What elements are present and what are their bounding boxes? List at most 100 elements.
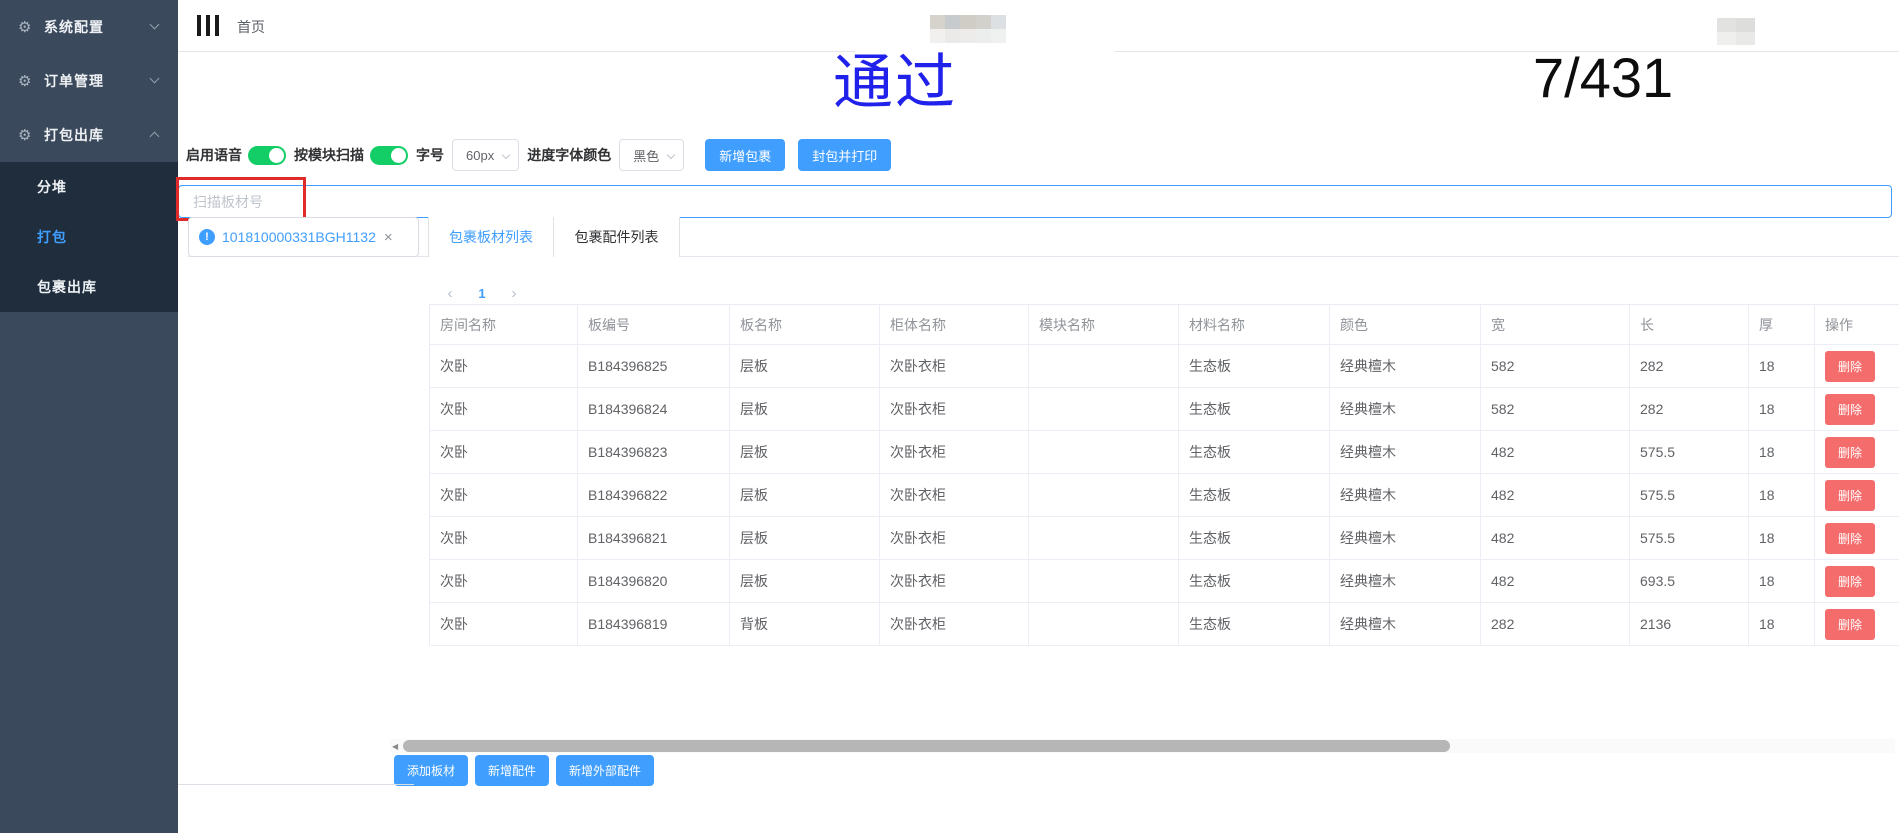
voice-toggle-label: 启用语音 <box>186 145 242 165</box>
left-panel-divider <box>178 784 414 785</box>
delete-button[interactable]: 删除 <box>1825 566 1875 597</box>
progress-counter: 7/431 <box>1533 48 1713 108</box>
cell-length: 693.5 <box>1630 560 1749 603</box>
cell-action: 删除 <box>1815 431 1899 474</box>
cell-material: 生态板 <box>1179 388 1330 431</box>
sidebar-item-label: 订单管理 <box>44 71 104 91</box>
module-scan-toggle-label: 按模块扫描 <box>294 145 364 165</box>
font-size-value: 60px <box>466 148 494 163</box>
cell-cabinet: 次卧衣柜 <box>880 560 1029 603</box>
add-accessory-button[interactable]: 新增配件 <box>475 755 549 786</box>
cell-action: 删除 <box>1815 474 1899 517</box>
cell-board-no: B184396825 <box>578 345 730 388</box>
column-header-room: 房间名称 <box>430 305 578 345</box>
cell-board-no: B184396823 <box>578 431 730 474</box>
package-tag[interactable]: ! 101810000331BGH1132 × <box>188 217 419 257</box>
boards-table: 房间名称板编号板名称柜体名称模块名称材料名称颜色宽长厚操作 次卧B1843968… <box>429 304 1899 646</box>
voice-toggle[interactable] <box>248 146 286 165</box>
cell-room: 次卧 <box>430 431 578 474</box>
cell-module <box>1029 345 1179 388</box>
scrollbar-thumb[interactable] <box>403 740 1450 752</box>
sidebar-item-label: 系统配置 <box>44 17 104 37</box>
sidebar-item-label: 包裹出库 <box>37 277 97 297</box>
gear-icon: ⚙ <box>18 74 34 89</box>
sidebar: ⚙ 系统配置 ⚙ 订单管理 ⚙ 打包出库 分堆 打包 包裹出库 <box>0 0 178 833</box>
cell-room: 次卧 <box>430 603 578 646</box>
cell-room: 次卧 <box>430 474 578 517</box>
chevron-down-icon <box>502 151 510 159</box>
table-row: 次卧B184396822层板次卧衣柜生态板经典檀木482575.518删除 <box>429 474 1899 517</box>
cell-room: 次卧 <box>430 345 578 388</box>
tab-label: 包裹配件列表 <box>575 227 659 247</box>
delete-button[interactable]: 删除 <box>1825 523 1875 554</box>
cell-width: 482 <box>1481 517 1630 560</box>
cell-material: 生态板 <box>1179 560 1330 603</box>
progress-color-value: 黑色 <box>633 146 659 165</box>
sidebar-item-system-config[interactable]: ⚙ 系统配置 <box>0 0 178 54</box>
cell-cabinet: 次卧衣柜 <box>880 431 1029 474</box>
info-icon: ! <box>199 229 215 245</box>
cell-material: 生态板 <box>1179 474 1330 517</box>
prev-page-button[interactable]: ‹ <box>438 285 462 302</box>
delete-button[interactable]: 删除 <box>1825 437 1875 468</box>
tab-label: 包裹板材列表 <box>449 227 533 247</box>
cell-module <box>1029 474 1179 517</box>
add-board-button[interactable]: 添加板材 <box>394 755 468 786</box>
cell-module <box>1029 560 1179 603</box>
cell-color: 经典檀木 <box>1330 431 1481 474</box>
collapse-menu-icon[interactable] <box>197 15 219 36</box>
progress-color-select[interactable]: 黑色 <box>619 139 684 171</box>
cell-color: 经典檀木 <box>1330 474 1481 517</box>
sidebar-item-split-pile[interactable]: 分堆 <box>0 162 178 212</box>
cell-action: 删除 <box>1815 388 1899 431</box>
font-size-select[interactable]: 60px <box>452 139 519 171</box>
delete-button[interactable]: 删除 <box>1825 394 1875 425</box>
delete-button[interactable]: 删除 <box>1825 609 1875 640</box>
cell-board-name: 层板 <box>730 431 880 474</box>
cell-board-no: B184396821 <box>578 517 730 560</box>
cell-board-name: 层板 <box>730 474 880 517</box>
cell-room: 次卧 <box>430 388 578 431</box>
close-icon[interactable]: × <box>384 229 393 246</box>
cell-width: 582 <box>1481 345 1630 388</box>
sidebar-item-packing[interactable]: 打包 <box>0 212 178 262</box>
horizontal-scrollbar[interactable]: ◀ <box>390 739 1895 753</box>
column-header-width: 宽 <box>1481 305 1630 345</box>
toggle-knob <box>391 148 406 163</box>
cell-color: 经典檀木 <box>1330 345 1481 388</box>
footer-actions: 添加板材 新增配件 新增外部配件 <box>394 755 661 786</box>
seal-and-print-button[interactable]: 封包并打印 <box>798 139 891 171</box>
sidebar-item-label: 打包 <box>37 227 67 247</box>
cell-action: 删除 <box>1815 517 1899 560</box>
toggle-knob <box>269 148 284 163</box>
sidebar-item-package-outbound[interactable]: 包裹出库 <box>0 262 178 312</box>
module-scan-toggle[interactable] <box>370 146 408 165</box>
table-header-row: 房间名称板编号板名称柜体名称模块名称材料名称颜色宽长厚操作 <box>429 304 1899 345</box>
cell-width: 482 <box>1481 431 1630 474</box>
cell-board-no: B184396824 <box>578 388 730 431</box>
cell-color: 经典檀木 <box>1330 517 1481 560</box>
add-external-accessory-button[interactable]: 新增外部配件 <box>556 755 654 786</box>
cell-board-name: 层板 <box>730 517 880 560</box>
page-number-current[interactable]: 1 <box>468 286 496 301</box>
cell-cabinet: 次卧衣柜 <box>880 388 1029 431</box>
tab-package-boards[interactable]: 包裹板材列表 <box>428 217 554 257</box>
sidebar-item-order-management[interactable]: ⚙ 订单管理 <box>0 54 178 108</box>
cell-length: 575.5 <box>1630 431 1749 474</box>
add-package-button[interactable]: 新增包裹 <box>705 139 785 171</box>
sidebar-item-packing-outbound[interactable]: ⚙ 打包出库 <box>0 108 178 162</box>
cell-material: 生态板 <box>1179 517 1330 560</box>
delete-button[interactable]: 删除 <box>1825 351 1875 382</box>
column-header-module: 模块名称 <box>1029 305 1179 345</box>
breadcrumb[interactable]: 首页 <box>237 17 265 37</box>
tab-package-accessories[interactable]: 包裹配件列表 <box>554 217 680 257</box>
next-page-button[interactable]: › <box>502 285 526 302</box>
cell-color: 经典檀木 <box>1330 388 1481 431</box>
column-header-action: 操作 <box>1815 305 1899 345</box>
gear-icon: ⚙ <box>18 20 34 35</box>
scroll-left-icon[interactable]: ◀ <box>392 742 398 751</box>
delete-button[interactable]: 删除 <box>1825 480 1875 511</box>
progress-color-label: 进度字体颜色 <box>527 145 611 165</box>
column-header-material: 材料名称 <box>1179 305 1330 345</box>
scan-board-input[interactable] <box>178 185 1892 218</box>
